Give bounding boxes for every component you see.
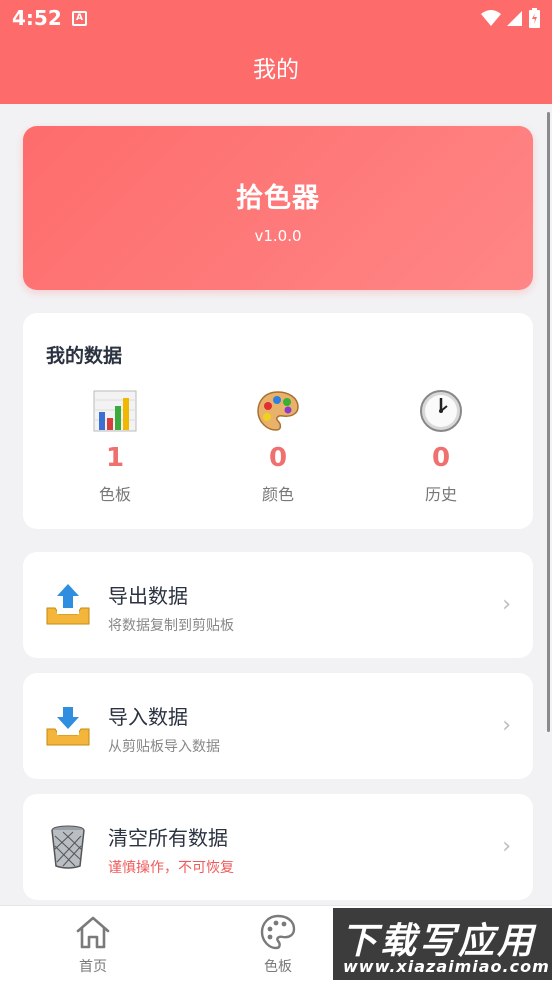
- notification-icon: A: [72, 11, 87, 26]
- export-data-item[interactable]: 导出数据 将数据复制到剪贴板 ›: [23, 552, 533, 658]
- nav-label: 色板: [264, 959, 292, 975]
- trash-bin-icon: [45, 824, 91, 870]
- nav-item-palettes[interactable]: 色板: [228, 914, 328, 976]
- nav-item-home[interactable]: 首页: [43, 914, 143, 976]
- nav-label: 首页: [79, 959, 107, 975]
- palette-outline-icon: [260, 914, 296, 950]
- import-tray-icon: [45, 703, 91, 749]
- chevron-right-icon: ›: [502, 592, 511, 617]
- scrollbar[interactable]: [547, 112, 550, 732]
- my-data-title: 我的数据: [46, 345, 123, 367]
- wifi-icon: [481, 10, 501, 26]
- watermark-url: www.xiazaimiao.com: [343, 957, 550, 976]
- signal-icon: [507, 11, 522, 26]
- stat-value: 0: [431, 443, 451, 473]
- menu-title: 导入数据: [108, 705, 188, 729]
- stat-history[interactable]: 0 历史: [371, 389, 511, 505]
- clear-data-item[interactable]: 清空所有数据 谨慎操作，不可恢复 ›: [23, 794, 533, 900]
- menu-subtitle: 将数据复制到剪贴板: [108, 618, 234, 634]
- status-bar: 4:52 A: [0, 0, 552, 38]
- import-data-item[interactable]: 导入数据 从剪贴板导入数据 ›: [23, 673, 533, 779]
- stat-value: 1: [105, 443, 125, 473]
- home-icon: [76, 916, 110, 949]
- page-title: 我的: [253, 57, 299, 83]
- menu-subtitle: 从剪贴板导入数据: [108, 739, 220, 755]
- status-time: 4:52: [12, 6, 62, 30]
- menu-title: 导出数据: [108, 584, 188, 608]
- stat-colors[interactable]: 0 颜色: [208, 389, 348, 505]
- stat-value: 0: [268, 443, 288, 473]
- menu-title: 清空所有数据: [108, 826, 228, 850]
- export-tray-icon: [45, 582, 91, 628]
- stat-label: 历史: [424, 485, 457, 504]
- menu-subtitle-warning: 谨慎操作，不可恢复: [108, 860, 234, 876]
- chevron-right-icon: ›: [502, 834, 511, 859]
- app-info-card: 拾色器 v1.0.0: [23, 126, 533, 290]
- watermark-logo: 下载写应用 www.xiazaimiao.com: [333, 908, 552, 980]
- app-version: v1.0.0: [254, 227, 302, 245]
- palette-icon: [208, 389, 348, 433]
- app-bar: 我的: [0, 38, 552, 104]
- clock-icon: [371, 389, 511, 433]
- bar-chart-icon: [45, 389, 185, 433]
- stat-label: 颜色: [261, 485, 294, 504]
- status-icons: [481, 8, 540, 28]
- stat-palettes[interactable]: 1 色板: [45, 389, 185, 505]
- chevron-right-icon: ›: [502, 713, 511, 738]
- stat-label: 色板: [98, 485, 131, 504]
- app-name: 拾色器: [236, 183, 320, 214]
- battery-icon: [529, 8, 540, 28]
- my-data-card: 我的数据 1 色板 0 颜色 0 历史: [23, 313, 533, 529]
